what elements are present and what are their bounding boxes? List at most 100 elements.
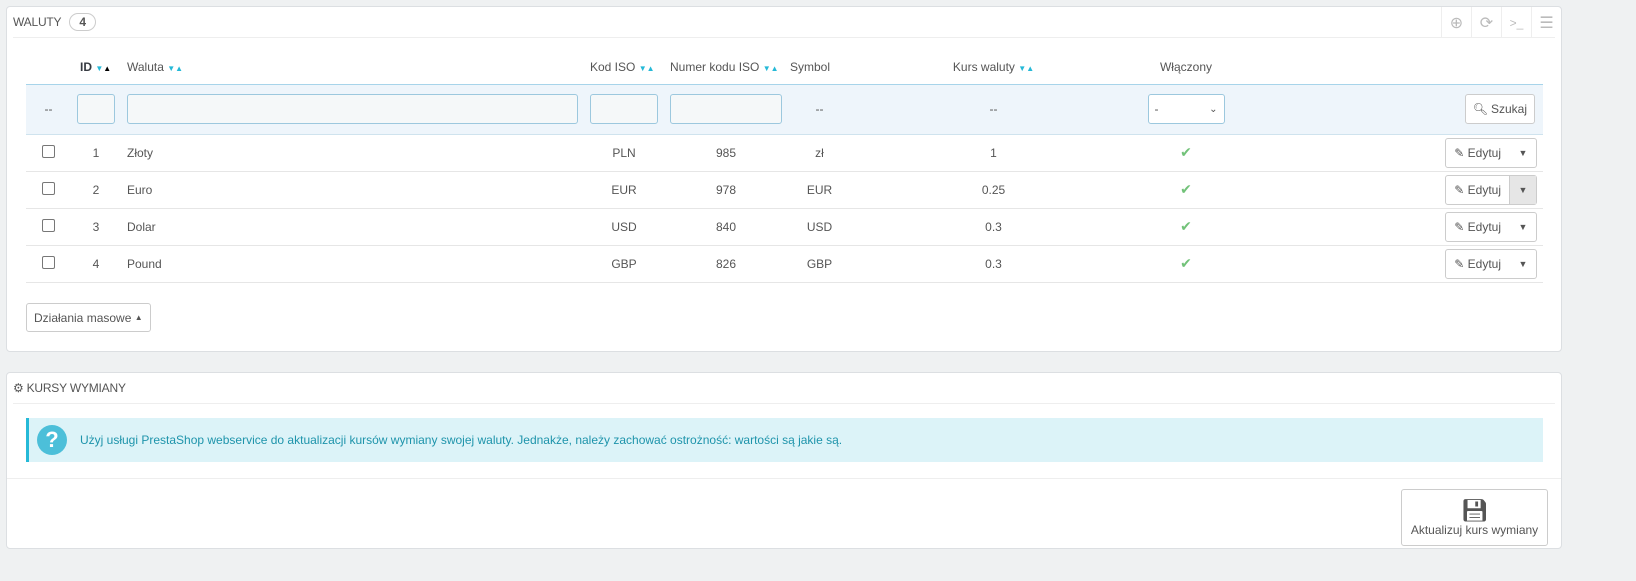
filter-symbol-dash: -- (788, 83, 851, 135)
caret-up-icon: ▲ (134, 313, 143, 322)
cell-symbol: USD (788, 208, 851, 246)
row-checkbox[interactable] (42, 181, 55, 195)
sort-desc-icon[interactable]: ▼ (167, 64, 175, 73)
caret-down-icon[interactable]: ▼ (1509, 213, 1536, 241)
filter-id-input[interactable] (77, 94, 115, 124)
filter-enabled-select[interactable]: - ⌄ (1147, 94, 1225, 124)
sort-asc-icon[interactable]: ▲ (1026, 64, 1034, 73)
question-icon: ? (37, 425, 67, 455)
info-text: Użyj usługi PrestaShop webservice do akt… (80, 433, 843, 447)
header-enabled: Włączony (1159, 60, 1212, 75)
filter-iso-input[interactable] (590, 94, 658, 124)
bulk-label: Działania masowe (34, 310, 132, 325)
panel-header: WALUTY 4 (13, 7, 1555, 38)
edit-label: Edytuj (1467, 256, 1501, 271)
cell-iso: GBP (584, 245, 664, 283)
edit-button[interactable]: ✎ Edytuj (1446, 220, 1509, 234)
currencies-panel: WALUTY 4 ⊕ ⟳ >_ ☰ ID ▼▲ Waluta ▼▲ Kod IS… (6, 6, 1562, 352)
cell-symbol: zł (788, 134, 851, 172)
check-icon[interactable]: ✔ (1180, 144, 1192, 160)
filter-dash: -- (26, 83, 71, 135)
pencil-icon: ✎ (1454, 256, 1465, 271)
table-row[interactable]: 1 Złoty PLN 985 zł 1 ✔ ✎ Edytuj ▼ (26, 134, 1543, 172)
check-icon[interactable]: ✔ (1180, 255, 1192, 271)
sort-desc-icon[interactable]: ▼ (763, 64, 771, 73)
edit-button[interactable]: ✎ Edytuj (1446, 257, 1509, 271)
cell-name: Złoty (121, 134, 584, 172)
sort-asc-icon[interactable]: ▲ (175, 64, 183, 73)
edit-button[interactable]: ✎ Edytuj (1446, 146, 1509, 160)
cell-rate: 0.3 (851, 208, 1136, 246)
cell-name: Pound (121, 245, 584, 283)
info-alert: ? Użyj usługi PrestaShop webservice do a… (26, 418, 1543, 462)
pencil-icon: ✎ (1454, 219, 1465, 234)
add-icon[interactable]: ⊕ (1441, 7, 1471, 38)
table-row[interactable]: 4 Pound GBP 826 GBP 0.3 ✔ ✎ Edytuj ▼ (26, 245, 1543, 283)
refresh-icon[interactable]: ⟳ (1471, 7, 1501, 38)
sort-asc-icon[interactable]: ▲ (771, 64, 779, 73)
filter-rate-dash: -- (851, 83, 1136, 135)
caret-down-icon[interactable]: ▼ (1509, 250, 1536, 278)
chevron-down-icon: ⌄ (1209, 103, 1218, 115)
panel-title: KURSY WYMIANY (26, 381, 126, 395)
cell-rate: 0.25 (851, 171, 1136, 209)
filter-iso-num-input[interactable] (670, 94, 782, 124)
header-name: Waluta (127, 60, 164, 75)
bulk-actions-button[interactable]: Działania masowe ▲ (26, 303, 151, 332)
update-label: Aktualizuj kurs wymiany (1410, 522, 1539, 537)
select-value: - (1154, 102, 1159, 116)
edit-label: Edytuj (1467, 219, 1501, 234)
cell-id: 4 (71, 245, 121, 283)
exchange-rates-panel: ⚙ KURSY WYMIANY ? Użyj usługi PrestaShop … (6, 372, 1562, 549)
sort-desc-icon[interactable]: ▼ (1018, 64, 1026, 73)
edit-button[interactable]: ✎ Edytuj (1446, 183, 1509, 197)
table-row[interactable]: 2 Euro EUR 978 EUR 0.25 ✔ ✎ Edytuj ▼ (26, 171, 1543, 209)
cell-name: Euro (121, 171, 584, 209)
panel-title: WALUTY (13, 15, 62, 29)
edit-label: Edytuj (1467, 182, 1501, 197)
row-checkbox[interactable] (42, 144, 55, 158)
header-rate: Kurs waluty (952, 60, 1015, 75)
cell-name: Dolar (121, 208, 584, 246)
row-checkbox[interactable] (42, 218, 55, 232)
check-icon[interactable]: ✔ (1180, 218, 1192, 234)
sort-asc-icon[interactable]: ▲ (103, 64, 111, 73)
check-icon[interactable]: ✔ (1180, 181, 1192, 197)
cell-iso-num: 840 (664, 208, 788, 246)
header-iso: Kod ISO (590, 60, 636, 75)
filter-name-input[interactable] (127, 94, 578, 124)
filter-row: -- -- -- - ⌄ 🔍︎ Szukaj (26, 83, 1543, 135)
search-icon: 🔍︎ (1472, 102, 1488, 116)
cell-rate: 0.3 (851, 245, 1136, 283)
caret-down-icon[interactable]: ▼ (1509, 175, 1536, 204)
caret-down-icon[interactable]: ▼ (1509, 139, 1536, 167)
search-label: Szukaj (1490, 102, 1527, 116)
cell-id: 1 (71, 134, 121, 172)
cell-iso-num: 826 (664, 245, 788, 283)
edit-label: Edytuj (1467, 145, 1501, 160)
save-icon: 💾︎ (1460, 497, 1489, 523)
edit-button-group: ✎ Edytuj ▼ (1445, 137, 1537, 168)
update-rates-button[interactable]: 💾︎ Aktualizuj kurs wymiany (1401, 489, 1548, 546)
gears-icon: ⚙ (13, 381, 24, 395)
row-checkbox[interactable] (42, 255, 55, 269)
terminal-icon[interactable]: >_ (1501, 7, 1531, 38)
cell-iso-num: 985 (664, 134, 788, 172)
database-icon[interactable]: ☰ (1531, 7, 1561, 38)
cell-symbol: EUR (788, 171, 851, 209)
sort-asc-icon[interactable]: ▲ (647, 64, 655, 73)
search-button[interactable]: 🔍︎ Szukaj (1464, 94, 1535, 124)
header-id: ID (80, 60, 92, 75)
cell-iso: PLN (584, 134, 664, 172)
header-iso-num: Numer kodu ISO (670, 60, 760, 75)
cell-rate: 1 (851, 134, 1136, 172)
sort-desc-icon[interactable]: ▼ (639, 64, 647, 73)
currencies-table: ID ▼▲ Waluta ▼▲ Kod ISO ▼▲ Numer kodu IS… (26, 51, 1543, 283)
header-symbol: Symbol (790, 60, 831, 75)
cell-id: 3 (71, 208, 121, 246)
cell-iso: EUR (584, 171, 664, 209)
table-row[interactable]: 3 Dolar USD 840 USD 0.3 ✔ ✎ Edytuj ▼ (26, 208, 1543, 246)
pencil-icon: ✎ (1454, 182, 1465, 197)
cell-iso-num: 978 (664, 171, 788, 209)
cell-symbol: GBP (788, 245, 851, 283)
